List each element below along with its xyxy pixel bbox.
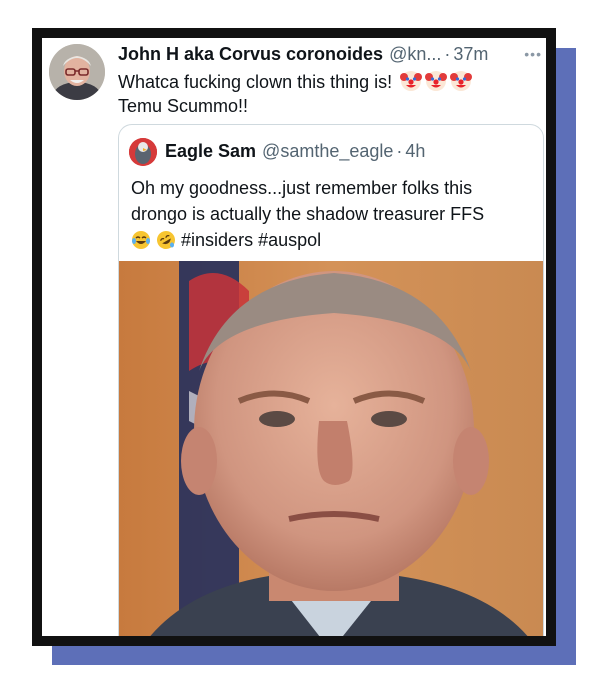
quoted-author-avatar[interactable] (129, 138, 157, 166)
quoted-tweet-header: Eagle Sam @samthe_eagle · 4h (165, 141, 535, 162)
author-avatar[interactable] (49, 44, 105, 100)
tweet-timestamp[interactable]: 37m (453, 44, 488, 65)
quoted-author-name[interactable]: Eagle Sam (165, 141, 256, 162)
tweet-card[interactable]: John H aka Corvus coronoides @kn... · 37… (42, 38, 546, 636)
quoted-author-handle[interactable]: @samthe_eagle (262, 141, 393, 162)
tweet-text: Whatca fucking clown this thing is! Temu… (118, 70, 536, 118)
clown-face-icon (425, 71, 448, 91)
clown-face-icon (400, 71, 423, 91)
tweet-text-line1: Whatca fucking clown this thing is! (118, 72, 393, 92)
quoted-header-separator: · (396, 141, 403, 161)
more-options-icon[interactable]: ••• (524, 46, 542, 62)
quoted-text-line1: Oh my goodness...just remember folks thi… (131, 178, 473, 198)
clown-face-icon (450, 71, 473, 91)
quoted-text-line2: drongo is actually the shadow treasurer … (131, 204, 485, 224)
quoted-tweet-photo[interactable] (119, 261, 543, 636)
screenshot-frame: John H aka Corvus coronoides @kn... · 37… (32, 28, 556, 646)
author-handle[interactable]: @kn... (389, 44, 441, 65)
tweet-header: John H aka Corvus coronoides @kn... · 37… (118, 44, 538, 68)
quoted-tweet[interactable]: Eagle Sam @samthe_eagle · 4h Oh my goodn… (118, 124, 544, 636)
author-name[interactable]: John H aka Corvus coronoides (118, 44, 383, 65)
quoted-tweet-timestamp[interactable]: 4h (405, 141, 425, 162)
quoted-hashtags[interactable]: #insiders #auspol (181, 230, 321, 250)
quoted-tweet-text: Oh my goodness...just remember folks thi… (131, 175, 533, 253)
tweet-text-line2: Temu Scummo!! (118, 96, 249, 116)
tears-of-joy-icon (132, 231, 150, 249)
header-separator: · (444, 44, 451, 64)
rolling-laughing-icon (157, 231, 176, 249)
